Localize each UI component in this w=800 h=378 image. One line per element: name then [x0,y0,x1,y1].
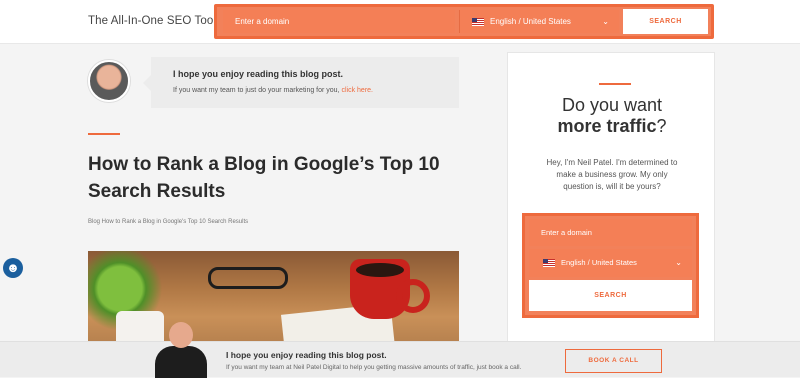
sidebar-search-button[interactable]: SEARCH [529,280,692,311]
header-language-label: English / United States [490,17,571,26]
sidebar-accent-divider [599,83,631,85]
person-head-illustration [169,322,193,348]
site-header: The All-In-One SEO Tool Enter a domain E… [0,0,800,44]
book-a-call-button[interactable]: BOOK A CALL [565,349,662,373]
us-flag-icon [543,259,555,267]
sidebar-heading-line2: more traffic? [508,116,716,137]
brand-tagline[interactable]: The All-In-One SEO Tool [88,15,216,27]
bottom-cta-bar: I hope you enjoy reading this blog post.… [0,322,800,378]
us-flag-icon [472,18,484,26]
sidebar-intro-text: Hey, I'm Neil Patel. I'm determined to m… [546,158,678,191]
blog-intro-banner: I hope you enjoy reading this blog post.… [143,57,459,108]
header-search-button[interactable]: SEARCH [623,9,708,34]
coffee-cup-illustration [350,259,430,319]
header-domain-input[interactable]: Enter a domain [223,10,455,33]
sidebar-language-select[interactable]: English / United States ⌄ [529,249,692,277]
banner-subtitle: If you want my team to just do your mark… [173,87,373,94]
sidebar-heading-suffix: ? [656,116,667,136]
post-hero-image [88,251,459,345]
bottom-bar-subtitle: If you want my team at Neil Patel Digita… [226,364,522,371]
chevron-down-icon: ⌄ [602,17,609,26]
author-avatar [88,60,130,102]
traffic-sidebar: Do you want more traffic? Hey, I'm Neil … [507,52,715,345]
neil-patel-photo [153,322,209,378]
bottom-bar-title: I hope you enjoy reading this blog post. [226,350,387,360]
glasses-illustration [208,267,288,289]
sidebar-heading-bold: more traffic [557,116,657,136]
chevron-down-icon: ⌄ [675,258,682,267]
banner-click-here-link[interactable]: click here. [341,87,373,94]
sidebar-domain-input[interactable]: Enter a domain [529,219,692,246]
breadcrumb[interactable]: Blog How to Rank a Blog in Google's Top … [88,219,248,225]
sidebar-language-label: English / United States [561,258,637,267]
main-content: I hope you enjoy reading this blog post.… [0,45,800,345]
header-language-select[interactable]: English / United States ⌄ [459,10,619,33]
sidebar-search-form: Enter a domain English / United States ⌄… [522,213,699,318]
person-body-illustration [155,346,207,378]
title-accent-divider [88,133,120,135]
accessibility-icon[interactable]: ☻ [3,258,23,278]
banner-title: I hope you enjoy reading this blog post. [173,69,344,79]
post-title: How to Rank a Blog in Google’s Top 10 Se… [88,154,440,202]
sidebar-heading-line1: Do you want [561,95,663,115]
header-search-form: Enter a domain English / United States ⌄… [214,4,714,39]
banner-subtitle-text: If you want my team to just do your mark… [173,87,340,94]
